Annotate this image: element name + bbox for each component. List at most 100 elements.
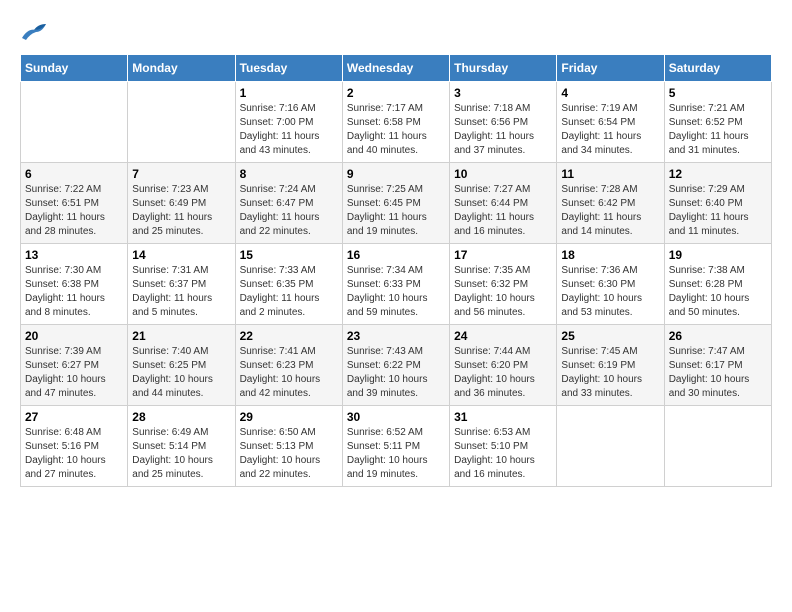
day-detail: Sunrise: 7:27 AM Sunset: 6:44 PM Dayligh… (454, 183, 552, 239)
day-detail: Sunrise: 6:49 AM Sunset: 5:14 PM Dayligh… (132, 426, 230, 482)
weekday-header-tuesday: Tuesday (235, 55, 342, 82)
day-detail: Sunrise: 6:53 AM Sunset: 5:10 PM Dayligh… (454, 426, 552, 482)
day-detail: Sunrise: 7:16 AM Sunset: 7:00 PM Dayligh… (240, 102, 338, 158)
day-detail: Sunrise: 7:28 AM Sunset: 6:42 PM Dayligh… (561, 183, 659, 239)
calendar-cell: 26 Sunrise: 7:47 AM Sunset: 6:17 PM Dayli… (664, 325, 771, 406)
calendar-table: SundayMondayTuesdayWednesdayThursdayFrid… (20, 54, 772, 487)
day-detail: Sunrise: 7:25 AM Sunset: 6:45 PM Dayligh… (347, 183, 445, 239)
day-detail: Sunrise: 7:40 AM Sunset: 6:25 PM Dayligh… (132, 345, 230, 401)
day-number: 14 (132, 248, 230, 262)
day-detail: Sunrise: 7:17 AM Sunset: 6:58 PM Dayligh… (347, 102, 445, 158)
day-number: 11 (561, 167, 659, 181)
calendar-cell: 7 Sunrise: 7:23 AM Sunset: 6:49 PM Daylig… (128, 163, 235, 244)
day-number: 28 (132, 410, 230, 424)
day-detail: Sunrise: 7:38 AM Sunset: 6:28 PM Dayligh… (669, 264, 767, 320)
calendar-cell: 3 Sunrise: 7:18 AM Sunset: 6:56 PM Daylig… (450, 82, 557, 163)
calendar-cell: 12 Sunrise: 7:29 AM Sunset: 6:40 PM Dayli… (664, 163, 771, 244)
calendar-cell: 21 Sunrise: 7:40 AM Sunset: 6:25 PM Dayli… (128, 325, 235, 406)
calendar-cell: 1 Sunrise: 7:16 AM Sunset: 7:00 PM Daylig… (235, 82, 342, 163)
calendar-cell: 28 Sunrise: 6:49 AM Sunset: 5:14 PM Dayli… (128, 406, 235, 487)
day-number: 31 (454, 410, 552, 424)
day-detail: Sunrise: 7:21 AM Sunset: 6:52 PM Dayligh… (669, 102, 767, 158)
calendar-cell: 18Sunrise: 7:36 AM Sunset: 6:30 PM Dayli… (557, 244, 664, 325)
day-detail: Sunrise: 7:23 AM Sunset: 6:49 PM Dayligh… (132, 183, 230, 239)
day-detail: Sunrise: 7:36 AM Sunset: 6:30 PM Dayligh… (561, 264, 659, 320)
day-detail: Sunrise: 7:22 AM Sunset: 6:51 PM Dayligh… (25, 183, 123, 239)
calendar-cell: 15 Sunrise: 7:33 AM Sunset: 6:35 PM Dayli… (235, 244, 342, 325)
day-detail: Sunrise: 7:24 AM Sunset: 6:47 PM Dayligh… (240, 183, 338, 239)
day-detail: Sunrise: 7:39 AM Sunset: 6:27 PM Dayligh… (25, 345, 123, 401)
day-number: 5 (669, 86, 767, 100)
calendar-cell (664, 406, 771, 487)
page-header (20, 20, 772, 44)
day-number: 2 (347, 86, 445, 100)
day-number: 22 (240, 329, 338, 343)
calendar-cell (21, 82, 128, 163)
day-number: 10 (454, 167, 552, 181)
calendar-cell: 10 Sunrise: 7:27 AM Sunset: 6:44 PM Dayli… (450, 163, 557, 244)
day-number: 12 (669, 167, 767, 181)
calendar-cell: 22 Sunrise: 7:41 AM Sunset: 6:23 PM Dayli… (235, 325, 342, 406)
day-number: 30 (347, 410, 445, 424)
calendar-cell: 25Sunrise: 7:45 AM Sunset: 6:19 PM Dayli… (557, 325, 664, 406)
calendar-cell: 5 Sunrise: 7:21 AM Sunset: 6:52 PM Daylig… (664, 82, 771, 163)
week-row-3: 13Sunrise: 7:30 AM Sunset: 6:38 PM Dayli… (21, 244, 772, 325)
calendar-cell (128, 82, 235, 163)
day-number: 1 (240, 86, 338, 100)
week-row-4: 20 Sunrise: 7:39 AM Sunset: 6:27 PM Dayli… (21, 325, 772, 406)
day-number: 7 (132, 167, 230, 181)
day-detail: Sunrise: 7:33 AM Sunset: 6:35 PM Dayligh… (240, 264, 338, 320)
day-number: 9 (347, 167, 445, 181)
day-number: 8 (240, 167, 338, 181)
day-detail: Sunrise: 7:29 AM Sunset: 6:40 PM Dayligh… (669, 183, 767, 239)
weekday-header-sunday: Sunday (21, 55, 128, 82)
calendar-cell: 11 Sunrise: 7:28 AM Sunset: 6:42 PM Dayli… (557, 163, 664, 244)
day-number: 25 (561, 329, 659, 343)
calendar-cell: 27 Sunrise: 6:48 AM Sunset: 5:16 PM Dayli… (21, 406, 128, 487)
calendar-cell: 30 Sunrise: 6:52 AM Sunset: 5:11 PM Dayli… (342, 406, 449, 487)
weekday-header-row: SundayMondayTuesdayWednesdayThursdayFrid… (21, 55, 772, 82)
week-row-1: 1 Sunrise: 7:16 AM Sunset: 7:00 PM Daylig… (21, 82, 772, 163)
day-detail: Sunrise: 7:18 AM Sunset: 6:56 PM Dayligh… (454, 102, 552, 158)
calendar-cell: 19 Sunrise: 7:38 AM Sunset: 6:28 PM Dayli… (664, 244, 771, 325)
weekday-header-monday: Monday (128, 55, 235, 82)
day-number: 20 (25, 329, 123, 343)
day-detail: Sunrise: 6:50 AM Sunset: 5:13 PM Dayligh… (240, 426, 338, 482)
day-number: 19 (669, 248, 767, 262)
calendar-cell: 4 Sunrise: 7:19 AM Sunset: 6:54 PM Daylig… (557, 82, 664, 163)
weekday-header-saturday: Saturday (664, 55, 771, 82)
logo-bird-icon (20, 20, 48, 44)
day-number: 21 (132, 329, 230, 343)
day-number: 24 (454, 329, 552, 343)
day-detail: Sunrise: 6:52 AM Sunset: 5:11 PM Dayligh… (347, 426, 445, 482)
calendar-cell: 16Sunrise: 7:34 AM Sunset: 6:33 PM Dayli… (342, 244, 449, 325)
day-number: 26 (669, 329, 767, 343)
calendar-cell: 9 Sunrise: 7:25 AM Sunset: 6:45 PM Daylig… (342, 163, 449, 244)
day-detail: Sunrise: 6:48 AM Sunset: 5:16 PM Dayligh… (25, 426, 123, 482)
day-detail: Sunrise: 7:35 AM Sunset: 6:32 PM Dayligh… (454, 264, 552, 320)
day-detail: Sunrise: 7:41 AM Sunset: 6:23 PM Dayligh… (240, 345, 338, 401)
day-detail: Sunrise: 7:43 AM Sunset: 6:22 PM Dayligh… (347, 345, 445, 401)
day-number: 23 (347, 329, 445, 343)
day-detail: Sunrise: 7:44 AM Sunset: 6:20 PM Dayligh… (454, 345, 552, 401)
day-number: 4 (561, 86, 659, 100)
calendar-cell: 23 Sunrise: 7:43 AM Sunset: 6:22 PM Dayli… (342, 325, 449, 406)
day-number: 3 (454, 86, 552, 100)
day-detail: Sunrise: 7:47 AM Sunset: 6:17 PM Dayligh… (669, 345, 767, 401)
day-number: 16 (347, 248, 445, 262)
weekday-header-wednesday: Wednesday (342, 55, 449, 82)
calendar-cell: 17Sunrise: 7:35 AM Sunset: 6:32 PM Dayli… (450, 244, 557, 325)
day-number: 6 (25, 167, 123, 181)
calendar-cell (557, 406, 664, 487)
day-number: 13 (25, 248, 123, 262)
calendar-cell: 8 Sunrise: 7:24 AM Sunset: 6:47 PM Daylig… (235, 163, 342, 244)
day-detail: Sunrise: 7:19 AM Sunset: 6:54 PM Dayligh… (561, 102, 659, 158)
calendar-cell: 29Sunrise: 6:50 AM Sunset: 5:13 PM Dayli… (235, 406, 342, 487)
calendar-cell: 6 Sunrise: 7:22 AM Sunset: 6:51 PM Daylig… (21, 163, 128, 244)
week-row-5: 27 Sunrise: 6:48 AM Sunset: 5:16 PM Dayli… (21, 406, 772, 487)
calendar-cell: 20 Sunrise: 7:39 AM Sunset: 6:27 PM Dayli… (21, 325, 128, 406)
calendar-cell: 14 Sunrise: 7:31 AM Sunset: 6:37 PM Dayli… (128, 244, 235, 325)
day-number: 15 (240, 248, 338, 262)
day-number: 27 (25, 410, 123, 424)
day-detail: Sunrise: 7:31 AM Sunset: 6:37 PM Dayligh… (132, 264, 230, 320)
